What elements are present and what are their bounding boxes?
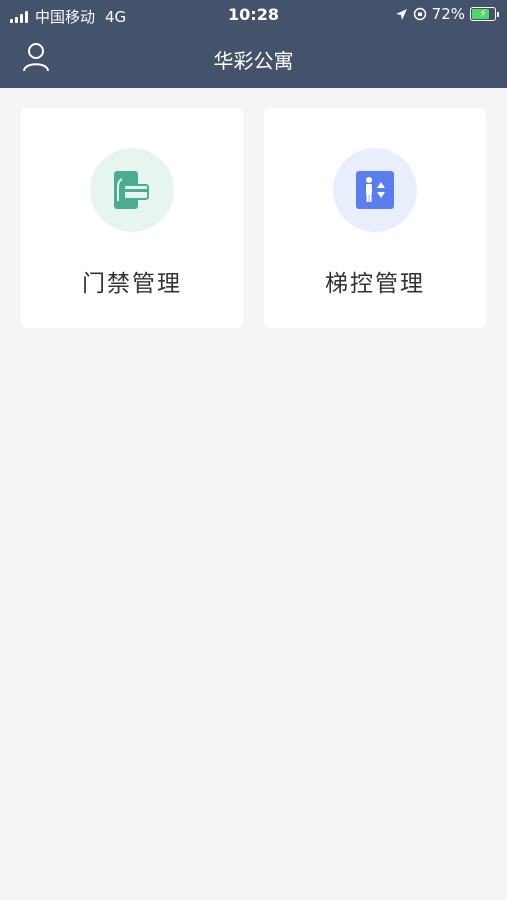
battery-percent: 72% — [431, 5, 465, 23]
header: 中国移动 4G 10:28 72% ⚡ 华彩公寓 — [0, 0, 507, 88]
elevator-icon — [356, 171, 394, 209]
battery-tip — [497, 11, 499, 17]
location-arrow-icon — [395, 8, 407, 20]
orientation-lock-icon — [413, 7, 426, 21]
access-control-card[interactable]: 门禁管理 — [21, 108, 243, 328]
status-bar: 中国移动 4G 10:28 72% ⚡ — [0, 0, 507, 30]
menu-grid: 门禁管理 梯控管理 — [0, 88, 507, 328]
charging-bolt-icon: ⚡ — [479, 7, 487, 20]
access-card-icon-circle — [90, 148, 174, 232]
status-right: 72% ⚡ — [390, 5, 499, 23]
access-card-icon — [114, 171, 149, 209]
elevator-icon-circle — [333, 148, 417, 232]
elevator-control-card[interactable]: 梯控管理 — [264, 108, 486, 328]
nav-bar: 华彩公寓 — [0, 30, 507, 88]
access-control-label: 门禁管理 — [82, 271, 182, 297]
battery-icon: ⚡ — [470, 7, 496, 21]
page-title: 华彩公寓 — [213, 49, 294, 73]
elevator-control-label: 梯控管理 — [325, 271, 425, 297]
